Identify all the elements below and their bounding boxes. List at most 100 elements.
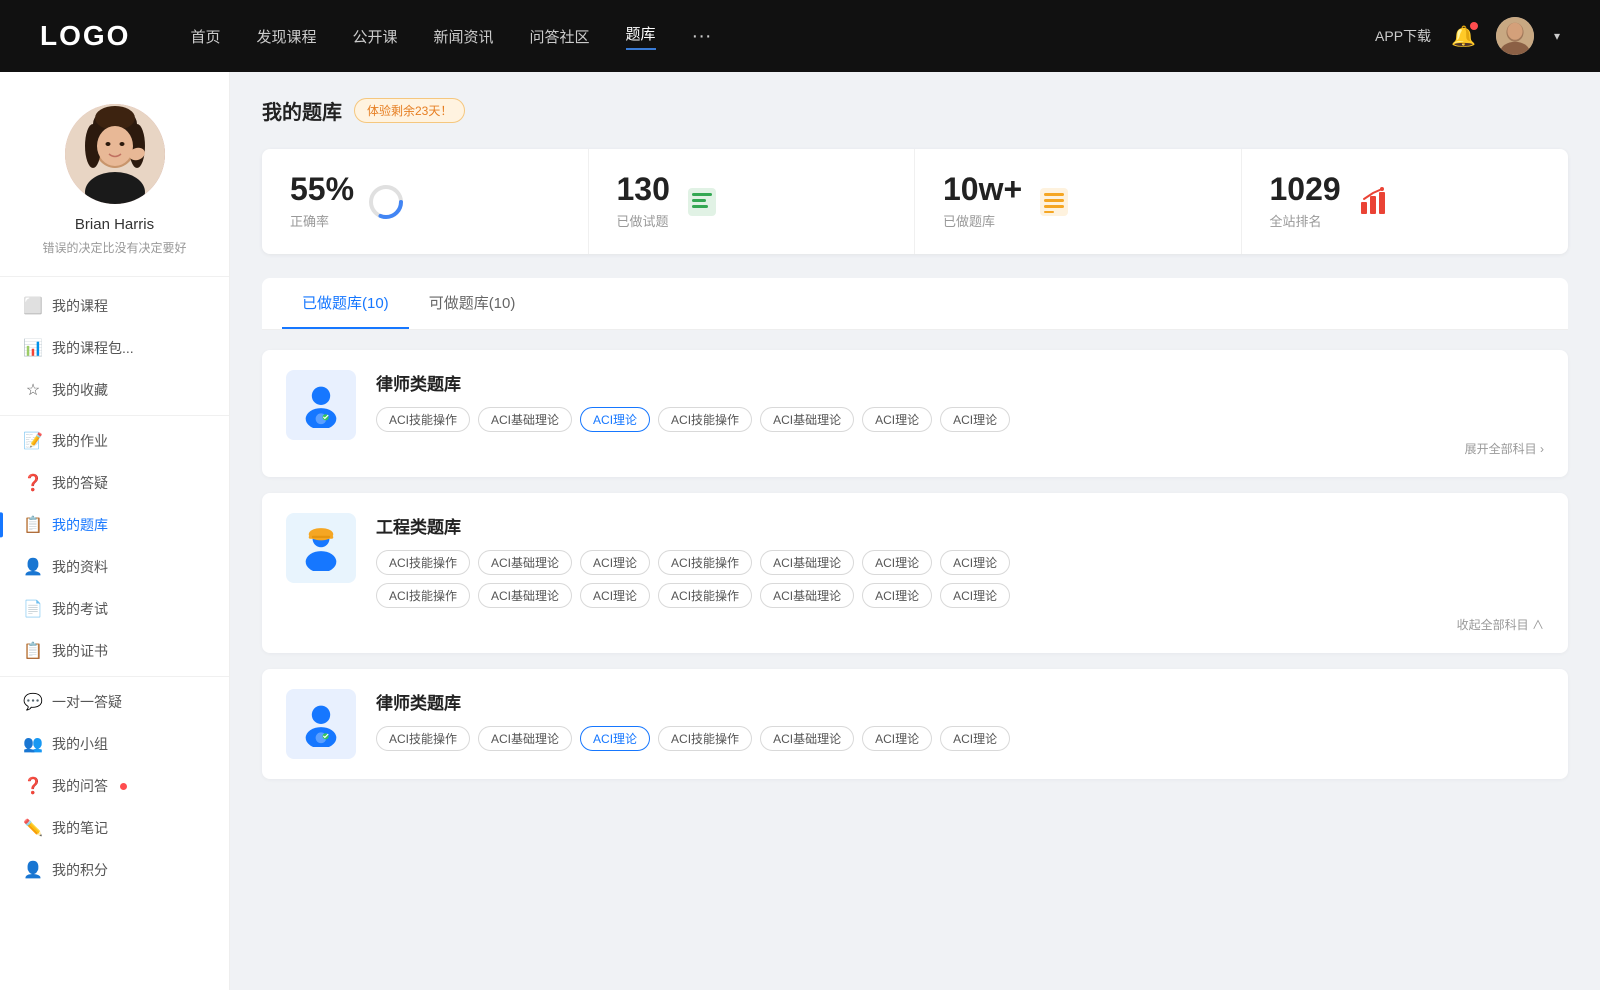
nav-home[interactable]: 首页 [190,26,220,47]
qb-tag[interactable]: ACI理论 [580,550,650,575]
stat-ranking-text: 1029 全站排名 [1270,173,1341,230]
groups-icon: 👥 [24,735,42,753]
sidebar-divider-1 [0,415,229,416]
tab-available-banks[interactable]: 可做题库(10) [409,278,536,329]
profile-avatar-img [65,104,165,204]
qb-tag-selected[interactable]: ACI理论 [580,407,650,432]
notes-icon: ✏️ [24,819,42,837]
qb-tag[interactable]: ACI基础理论 [760,583,854,608]
sidebar-item-label: 我的证书 [52,641,108,661]
nav-open-course[interactable]: 公开课 [352,26,397,47]
nav-more[interactable]: ··· [692,25,712,48]
sidebar-item-label: 我的问答 [52,776,108,796]
qb-tag[interactable]: ACI基础理论 [760,726,854,751]
stats-row: 55% 正确率 130 已做试题 [262,149,1568,254]
qb-card-lawyer-1: 律师类题库 ACI技能操作 ACI基础理论 ACI理论 ACI技能操作 ACI基… [262,350,1568,477]
app-download-button[interactable]: APP下载 [1375,26,1431,46]
done-questions-icon [682,182,722,222]
qb-tag[interactable]: ACI基础理论 [478,407,572,432]
qb-card-title-lawyer-1: 律师类题库 [376,370,1544,395]
qb-tag[interactable]: ACI理论 [862,550,932,575]
qb-tag[interactable]: ACI理论 [580,583,650,608]
qb-tag-selected[interactable]: ACI理论 [580,726,650,751]
qb-tag[interactable]: ACI基础理论 [760,550,854,575]
qb-card-header-lawyer-2: 律师类题库 ACI技能操作 ACI基础理论 ACI理论 ACI技能操作 ACI基… [286,689,1544,759]
logo: LOGO [40,20,130,52]
accuracy-icon [366,182,406,222]
sidebar-item-courses[interactable]: ⬜ 我的课程 [0,285,229,327]
ranking-icon [1353,182,1393,222]
sidebar-item-label: 我的资料 [52,557,108,577]
sidebar-item-points[interactable]: 👤 我的积分 [0,849,229,891]
qb-card-engineer: 工程类题库 ACI技能操作 ACI基础理论 ACI理论 ACI技能操作 ACI基… [262,493,1568,653]
sidebar-item-my-qa[interactable]: ❓ 我的问答 [0,765,229,807]
qb-tag[interactable]: ACI理论 [940,726,1010,751]
qb-tag[interactable]: ACI基础理论 [478,550,572,575]
nav-news[interactable]: 新闻资讯 [434,26,494,47]
nav-qa[interactable]: 问答社区 [530,26,590,47]
sidebar-item-homework[interactable]: 📝 我的作业 [0,420,229,462]
qb-tag[interactable]: ACI理论 [940,550,1010,575]
qb-engineer-icon-wrap [286,513,356,583]
question-bank-icon: 📋 [24,516,42,534]
page-title: 我的题库 [262,96,342,125]
sidebar-item-certificates[interactable]: 📋 我的证书 [0,630,229,672]
sidebar-item-label: 我的笔记 [52,818,108,838]
courses-icon: ⬜ [24,297,42,315]
qb-tag[interactable]: ACI技能操作 [658,583,752,608]
qb-tags-engineer-row1: ACI技能操作 ACI基础理论 ACI理论 ACI技能操作 ACI基础理论 AC… [376,550,1544,575]
sidebar-item-exams[interactable]: 📄 我的考试 [0,588,229,630]
stat-done-questions-value: 130 [617,173,670,205]
qb-tag[interactable]: ACI基础理论 [478,583,572,608]
nav-question-bank[interactable]: 题库 [626,23,656,50]
sidebar-item-qa[interactable]: ❓ 我的答疑 [0,462,229,504]
my-qa-icon: ❓ [24,777,42,795]
qb-tag[interactable]: ACI技能操作 [376,726,470,751]
qb-tag[interactable]: ACI技能操作 [376,407,470,432]
user-dropdown-arrow[interactable]: ▾ [1554,29,1560,43]
qb-tag[interactable]: ACI理论 [940,583,1010,608]
qb-tag[interactable]: ACI理论 [862,407,932,432]
stat-done-questions-label: 已做试题 [617,211,670,230]
qa-icon: ❓ [24,474,42,492]
qb-tag[interactable]: ACI技能操作 [658,550,752,575]
qb-card-lawyer-2: 律师类题库 ACI技能操作 ACI基础理论 ACI理论 ACI技能操作 ACI基… [262,669,1568,779]
sidebar-item-favorites[interactable]: ☆ 我的收藏 [0,369,229,411]
main-layout: Brian Harris 错误的决定比没有决定要好 ⬜ 我的课程 📊 我的课程包… [0,72,1600,990]
qb-tag[interactable]: ACI理论 [862,726,932,751]
one-on-one-icon: 💬 [24,693,42,711]
tab-bar: 已做题库(10) 可做题库(10) [262,278,1568,330]
sidebar-item-one-on-one[interactable]: 💬 一对一答疑 [0,681,229,723]
nav-links: 首页 发现课程 公开课 新闻资讯 问答社区 题库 ··· [190,23,1375,50]
qb-tag[interactable]: ACI理论 [862,583,932,608]
tab-done-banks[interactable]: 已做题库(10) [282,278,409,329]
collapse-link-engineer[interactable]: 收起全部科目 ∧ [376,616,1544,633]
notification-bell[interactable]: 🔔 [1451,24,1476,49]
qb-tag[interactable]: ACI技能操作 [658,407,752,432]
profile-name: Brian Harris [75,216,154,233]
course-packages-icon: 📊 [24,339,42,357]
stat-done-questions: 130 已做试题 [589,149,916,254]
page-header: 我的题库 体验剩余23天！ [262,96,1568,125]
sidebar-item-groups[interactable]: 👥 我的小组 [0,723,229,765]
profile-motto: 错误的决定比没有决定要好 [42,239,186,256]
sidebar-item-course-packages[interactable]: 📊 我的课程包... [0,327,229,369]
sidebar-item-label: 我的收藏 [52,380,108,400]
nav-discover[interactable]: 发现课程 [256,26,316,47]
qb-tag[interactable]: ACI基础理论 [478,726,572,751]
qb-tag[interactable]: ACI技能操作 [376,583,470,608]
certificates-icon: 📋 [24,642,42,660]
qb-tag[interactable]: ACI技能操作 [658,726,752,751]
sidebar-item-label: 我的课程包... [52,338,134,358]
qb-tag[interactable]: ACI技能操作 [376,550,470,575]
sidebar-item-profile[interactable]: 👤 我的资料 [0,546,229,588]
qb-tag[interactable]: ACI基础理论 [760,407,854,432]
qb-card-body-lawyer-1: 律师类题库 ACI技能操作 ACI基础理论 ACI理论 ACI技能操作 ACI基… [376,370,1544,457]
sidebar-item-notes[interactable]: ✏️ 我的笔记 [0,807,229,849]
stat-ranking-label: 全站排名 [1270,211,1341,230]
qb-card-header: 律师类题库 ACI技能操作 ACI基础理论 ACI理论 ACI技能操作 ACI基… [286,370,1544,457]
expand-link-lawyer-1[interactable]: 展开全部科目 › [376,440,1544,457]
qb-tag[interactable]: ACI理论 [940,407,1010,432]
user-avatar[interactable] [1496,17,1534,55]
sidebar-item-question-bank[interactable]: 📋 我的题库 [0,504,229,546]
